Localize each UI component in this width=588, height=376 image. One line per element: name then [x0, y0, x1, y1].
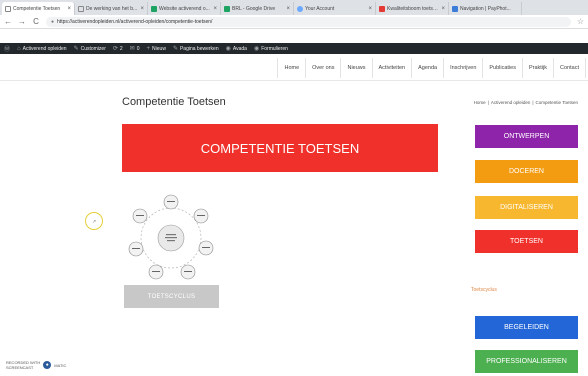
- admin-new-link[interactable]: + Nieuw: [147, 46, 166, 52]
- admin-comments-link[interactable]: ✉ 0: [129, 45, 140, 53]
- sidebar-button-ontwerpen[interactable]: ONTWERPEN: [475, 125, 578, 148]
- nav-activiteiten[interactable]: Activiteiten: [371, 58, 412, 78]
- tab-title: Navigation | PayPhot...: [460, 5, 511, 12]
- youtube-icon: [379, 5, 385, 12]
- watermark-line: MATIC: [54, 362, 67, 368]
- close-icon[interactable]: ×: [368, 6, 372, 12]
- tab-title: Kwaliteitsboom toetse...: [387, 5, 440, 12]
- nav-home[interactable]: Home: [277, 58, 305, 78]
- bookmark-star-icon[interactable]: ☆: [577, 17, 584, 26]
- url-input[interactable]: ● https://activerendopleiden.nl/activere…: [46, 16, 571, 27]
- pencil-icon: ✎: [73, 46, 79, 52]
- breadcrumb: Home | Activerend opleiden | Competentie…: [474, 100, 578, 105]
- close-icon[interactable]: ×: [286, 6, 290, 12]
- sidebar-button-begeleiden[interactable]: BEGELEIDEN: [475, 316, 578, 339]
- admin-site-link[interactable]: ⌂ Activerend opleiden: [17, 46, 67, 52]
- sidebar-link-toetscyclus[interactable]: Toetscyclus: [471, 287, 497, 293]
- browser-tab[interactable]: Competentie Toetsen ×: [2, 2, 75, 15]
- admin-customizer-link[interactable]: ✎ Customizer: [73, 45, 106, 53]
- browser-tab[interactable]: Your Account ×: [294, 2, 376, 15]
- nav-contact[interactable]: Contact: [553, 58, 586, 78]
- tab-title: Competentie Toetsen: [13, 5, 61, 12]
- account-icon: [297, 5, 303, 12]
- nav-inschrijven[interactable]: Inschrijven: [443, 58, 482, 78]
- browser-tab[interactable]: Kwaliteitsboom toetse... ×: [376, 2, 449, 15]
- pencil-icon: ✎: [172, 46, 178, 52]
- watermark-line: SCREENCAST: [6, 365, 34, 370]
- screencast-logo-icon: ●: [43, 361, 52, 369]
- admin-avada-link[interactable]: ◉ Avada: [225, 45, 247, 53]
- browser-tab-strip: Competentie Toetsen × De werking van het…: [0, 0, 588, 15]
- nav-praktijk[interactable]: Praktijk: [522, 58, 553, 78]
- sidebar-button-professionaliseren[interactable]: PROFESSIONALISEREN: [475, 350, 578, 373]
- drive-icon: [151, 5, 157, 12]
- sidebar-button-digitaliseren[interactable]: DIGITALISEREN: [475, 196, 578, 219]
- browser-tab[interactable]: Navigation | PayPhot...: [449, 2, 522, 15]
- browser-tab[interactable]: Website activerend o... ×: [148, 2, 221, 15]
- reload-button[interactable]: C: [32, 17, 40, 26]
- url-text: https://activerendopleiden.nl/activerend…: [57, 18, 213, 25]
- forms-icon: ◉: [253, 46, 260, 52]
- admin-edit-page-link[interactable]: ✎ Pagina bewerken: [172, 45, 219, 53]
- breadcrumb-current: Competentie Toetsen: [535, 100, 578, 105]
- comment-icon: ✉: [129, 46, 135, 52]
- tab-title: De werking van het b...: [86, 5, 138, 12]
- drive-icon: [224, 5, 230, 12]
- page-icon: [78, 5, 84, 12]
- nav-divider: [0, 80, 588, 81]
- lock-icon: ●: [51, 18, 55, 25]
- browser-tab[interactable]: BRL - Google Drive ×: [221, 2, 294, 15]
- site-main-nav: Home Over ons Nieuws Activiteiten Agenda…: [277, 58, 586, 78]
- browser-tab[interactable]: De werking van het b... ×: [75, 2, 148, 15]
- nav-over-ons[interactable]: Over ons: [305, 58, 340, 78]
- admin-updates-link[interactable]: ⟳ 2: [112, 45, 123, 53]
- tab-title: Your Account: [305, 5, 335, 12]
- breadcrumb-parent[interactable]: Activerend opleiden: [491, 100, 531, 105]
- nav-publicaties[interactable]: Publicaties: [482, 58, 522, 78]
- breadcrumb-separator: |: [487, 100, 489, 105]
- tab-title: Website activerend o...: [159, 5, 210, 12]
- screencast-watermark: RECORDED WITH SCREENCAST ● MATIC: [6, 360, 66, 370]
- page-title: Competentie Toetsen: [122, 96, 226, 108]
- home-icon: ⌂: [17, 45, 21, 52]
- close-icon[interactable]: ×: [441, 6, 445, 12]
- site-icon: [452, 5, 458, 12]
- close-icon[interactable]: ×: [67, 6, 71, 12]
- sidebar-button-doceren[interactable]: DOCEREN: [475, 160, 578, 183]
- close-icon[interactable]: ×: [140, 6, 144, 12]
- sidebar-button-toetsen[interactable]: TOETSEN: [475, 230, 578, 253]
- updates-icon: ⟳: [112, 46, 118, 52]
- plus-icon: +: [146, 45, 151, 52]
- tab-title: BRL - Google Drive: [232, 5, 276, 12]
- wordpress-icon[interactable]: Ⓦ: [4, 44, 10, 53]
- close-icon[interactable]: ×: [213, 6, 217, 12]
- competentie-toetsen-banner: COMPETENTIE TOETSEN: [122, 124, 438, 172]
- back-button[interactable]: ←: [4, 17, 12, 26]
- address-bar: ← → C ● https://activerendopleiden.nl/ac…: [0, 15, 588, 29]
- admin-forms-link[interactable]: ◉ Formulieren: [253, 45, 288, 53]
- toetscyclus-button[interactable]: TOETSCYCLUS: [124, 285, 219, 308]
- wp-admin-bar: Ⓦ ⌂ Activerend opleiden ✎ Customizer ⟳ 2 ✉ 0…: [0, 43, 588, 54]
- page-icon: [5, 5, 11, 12]
- toetscyclus-diagram-image[interactable]: [118, 192, 224, 284]
- nav-nieuws[interactable]: Nieuws: [340, 58, 371, 78]
- breadcrumb-separator: |: [532, 100, 534, 105]
- nav-agenda[interactable]: Agenda: [411, 58, 443, 78]
- mouse-cursor-icon: ↗: [92, 219, 97, 225]
- forward-button[interactable]: →: [18, 17, 26, 26]
- avada-icon: ◉: [225, 46, 231, 52]
- breadcrumb-home[interactable]: Home: [474, 100, 486, 105]
